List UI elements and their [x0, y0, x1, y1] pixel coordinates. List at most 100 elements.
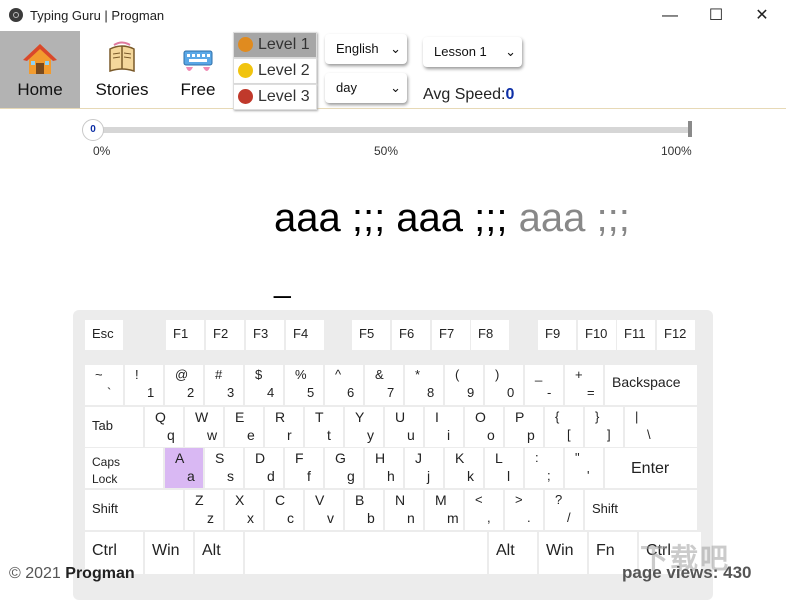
key--[interactable]: $4 [245, 365, 283, 405]
nav-stories-button[interactable]: Stories [82, 31, 162, 108]
key-a[interactable]: Aa [165, 448, 203, 488]
key-base-label: / [567, 510, 571, 525]
key-space[interactable] [245, 532, 487, 574]
key-f11[interactable]: F11 [617, 320, 655, 350]
key-n[interactable]: Nn [385, 490, 423, 530]
key-f10[interactable]: F10 [578, 320, 616, 350]
progress-knob[interactable]: 0 [82, 119, 104, 141]
key--[interactable]: _ - [525, 365, 563, 405]
key-f1[interactable]: F1 [166, 320, 204, 350]
key-o[interactable]: Oo [465, 407, 503, 447]
key-base-label: i [447, 427, 451, 443]
key-shift-label: E [235, 409, 245, 425]
key-b[interactable]: Bb [345, 490, 383, 530]
key-f5[interactable]: F5 [352, 320, 390, 350]
key-s[interactable]: Ss [205, 448, 243, 488]
key-shift-label: < [475, 492, 483, 507]
key-base-label: 4 [267, 385, 275, 400]
key-backspace[interactable]: Backspace [605, 365, 697, 405]
level-3-button[interactable]: Level 3 [233, 84, 317, 110]
key--[interactable]: ^ 6 [325, 365, 363, 405]
key--[interactable]: @2 [165, 365, 203, 405]
key--[interactable]: >. [505, 490, 543, 530]
close-button[interactable]: ✕ [739, 0, 785, 31]
key-shift-label: ~ [95, 367, 103, 382]
key-shift-label: R [275, 409, 286, 425]
key-y[interactable]: Yy [345, 407, 383, 447]
key--[interactable]: {[ [545, 407, 583, 447]
key-base-label: 2 [187, 385, 195, 400]
key--[interactable]: ) 0 [485, 365, 523, 405]
key-base-label: j [427, 468, 431, 484]
lesson-select-value: Lesson 1 [434, 44, 487, 59]
key-j[interactable]: Jj [405, 448, 443, 488]
key-base-label: h [387, 468, 395, 484]
key-u[interactable]: Uu [385, 407, 423, 447]
key--[interactable]: | \ [625, 407, 697, 447]
key-f9[interactable]: F9 [538, 320, 576, 350]
key-c[interactable]: Cc [265, 490, 303, 530]
key-d[interactable]: Dd [245, 448, 283, 488]
key-v[interactable]: Vv [305, 490, 343, 530]
key-win[interactable]: Win [539, 532, 587, 574]
key-label: Backspace [612, 374, 681, 390]
key-f3[interactable]: F3 [246, 320, 284, 350]
level-1-button[interactable]: Level 1 [233, 32, 317, 58]
key-base-label: w [207, 427, 218, 443]
key--[interactable]: & 7 [365, 365, 403, 405]
key-l[interactable]: Ll [485, 448, 523, 488]
minimize-button[interactable]: — [647, 0, 693, 31]
key-f6[interactable]: F6 [392, 320, 430, 350]
key-i[interactable]: Ii [425, 407, 463, 447]
key-shift[interactable]: Shift [585, 490, 697, 530]
key-f2[interactable]: F2 [206, 320, 244, 350]
key--[interactable]: + = [565, 365, 603, 405]
key--[interactable]: ? / [545, 490, 583, 530]
level-2-button[interactable]: Level 2 [233, 58, 317, 84]
nav-free-button[interactable]: Free [158, 31, 238, 108]
key--[interactable]: #3 [205, 365, 243, 405]
key-t[interactable]: Tt [305, 407, 343, 447]
key-k[interactable]: Kk [445, 448, 483, 488]
key--[interactable]: ~ ` [85, 365, 123, 405]
key-shift-label: ? [555, 492, 563, 507]
key-x[interactable]: Xx [225, 490, 263, 530]
key--[interactable]: (9 [445, 365, 483, 405]
key-w[interactable]: Ww [185, 407, 223, 447]
nav-home-button[interactable]: Home [0, 31, 80, 108]
key-f[interactable]: Ff [285, 448, 323, 488]
time-select[interactable]: day ⌄ [325, 73, 407, 103]
key--[interactable]: * 8 [405, 365, 443, 405]
lesson-select[interactable]: Lesson 1 ⌄ [423, 37, 522, 67]
key-f4[interactable]: F4 [286, 320, 324, 350]
key--[interactable]: }] [585, 407, 623, 447]
key-caps-lock[interactable]: Caps Lock [85, 448, 163, 488]
key-enter[interactable]: Enter [605, 448, 697, 488]
key-m[interactable]: Mm [425, 490, 463, 530]
key-tab[interactable]: Tab [85, 407, 143, 447]
key-z[interactable]: Zz [185, 490, 223, 530]
key-f7[interactable]: F7 [432, 320, 470, 350]
key-alt[interactable]: Alt [489, 532, 537, 574]
key--[interactable]: " ' [565, 448, 603, 488]
key-shift[interactable]: Shift [85, 490, 183, 530]
key-shift-label: P [515, 409, 525, 425]
key-win[interactable]: Win [145, 532, 193, 574]
key-h[interactable]: Hh [365, 448, 403, 488]
key--[interactable]: ! 1 [125, 365, 163, 405]
key-esc[interactable]: Esc [85, 320, 123, 350]
key-e[interactable]: Ee [225, 407, 263, 447]
key-f8[interactable]: F8 [471, 320, 509, 350]
key-shift-label: Z [195, 492, 204, 508]
key--[interactable]: :; [525, 448, 563, 488]
key-q[interactable]: Qq [145, 407, 183, 447]
key-f12[interactable]: F12 [657, 320, 695, 350]
key-alt[interactable]: Alt [195, 532, 243, 574]
key-g[interactable]: Gg [325, 448, 363, 488]
key-p[interactable]: Pp [505, 407, 543, 447]
maximize-button[interactable]: ☐ [693, 0, 739, 31]
key-r[interactable]: Rr [265, 407, 303, 447]
language-select[interactable]: English ⌄ [325, 34, 407, 64]
key--[interactable]: % 5 [285, 365, 323, 405]
key--[interactable]: <, [465, 490, 503, 530]
